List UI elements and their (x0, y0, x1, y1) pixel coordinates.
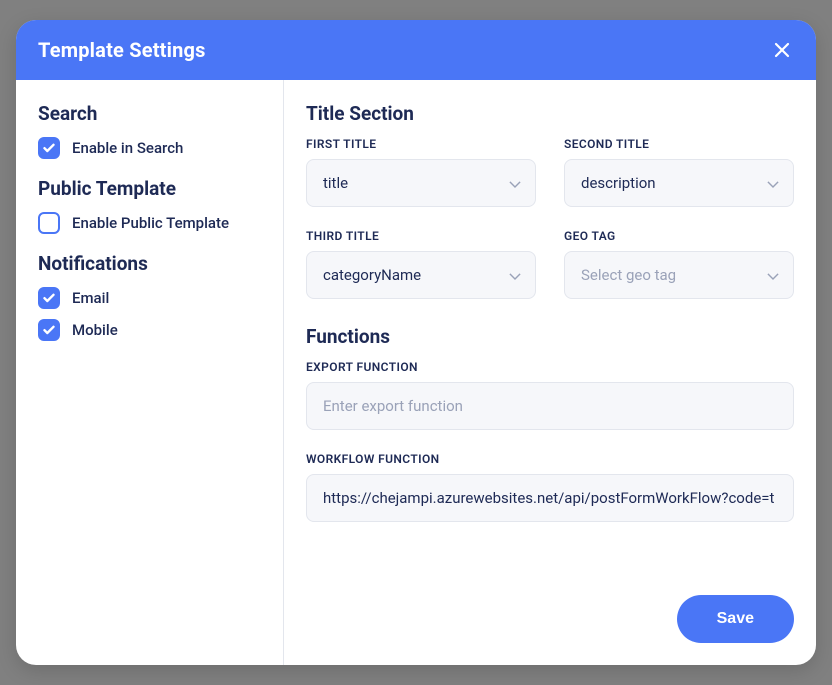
notification-email-label: Email (72, 289, 109, 307)
search-section-title: Search (38, 102, 261, 125)
public-template-section-title: Public Template (38, 177, 261, 200)
notification-mobile-row: Mobile (38, 319, 261, 341)
chevron-down-icon (509, 174, 521, 192)
first-title-label: FIRST TITLE (306, 137, 536, 151)
enable-search-row: Enable in Search (38, 137, 261, 159)
chevron-down-icon (509, 266, 521, 284)
notification-email-checkbox[interactable] (38, 287, 60, 309)
enable-public-template-checkbox[interactable] (38, 212, 60, 234)
check-icon (43, 143, 55, 153)
third-title-label: THIRD TITLE (306, 229, 536, 243)
enable-search-checkbox[interactable] (38, 137, 60, 159)
chevron-down-icon (767, 174, 779, 192)
modal-header: Template Settings (16, 20, 816, 80)
close-icon (773, 41, 791, 59)
modal-body: Search Enable in Search Public Template … (16, 80, 816, 665)
export-function-input[interactable] (306, 382, 794, 430)
notification-mobile-label: Mobile (72, 321, 118, 339)
title-section-heading: Title Section (306, 102, 794, 125)
functions-heading: Functions (306, 325, 794, 348)
first-title-select[interactable]: title (306, 159, 536, 207)
chevron-down-icon (767, 266, 779, 284)
first-title-value: title (323, 174, 348, 192)
workflow-function-input[interactable] (306, 474, 794, 522)
sidebar: Search Enable in Search Public Template … (16, 80, 284, 665)
functions-stack: EXPORT FUNCTION WORKFLOW FUNCTION (306, 360, 794, 522)
export-function-label: EXPORT FUNCTION (306, 360, 794, 374)
modal-footer: Save (306, 575, 794, 643)
modal-title: Template Settings (38, 38, 206, 62)
geo-tag-label: GEO TAG (564, 229, 794, 243)
export-function-group: EXPORT FUNCTION (306, 360, 794, 430)
main-panel: Title Section FIRST TITLE title SECOND T… (284, 80, 816, 665)
third-title-value: categoryName (323, 266, 421, 284)
enable-public-template-label: Enable Public Template (72, 214, 229, 232)
first-title-group: FIRST TITLE title (306, 137, 536, 207)
second-title-value: description (581, 174, 656, 192)
save-button[interactable]: Save (677, 595, 794, 643)
check-icon (43, 293, 55, 303)
second-title-label: SECOND TITLE (564, 137, 794, 151)
geo-tag-group: GEO TAG Select geo tag (564, 229, 794, 299)
workflow-function-label: WORKFLOW FUNCTION (306, 452, 794, 466)
check-icon (43, 325, 55, 335)
workflow-function-group: WORKFLOW FUNCTION (306, 452, 794, 522)
enable-public-template-row: Enable Public Template (38, 212, 261, 234)
notifications-section-title: Notifications (38, 252, 261, 275)
third-title-select[interactable]: categoryName (306, 251, 536, 299)
geo-tag-select[interactable]: Select geo tag (564, 251, 794, 299)
enable-search-label: Enable in Search (72, 139, 183, 157)
third-title-group: THIRD TITLE categoryName (306, 229, 536, 299)
title-section-grid: FIRST TITLE title SECOND TITLE descripti… (306, 137, 794, 299)
template-settings-modal: Template Settings Search Enable in Searc… (16, 20, 816, 665)
notification-mobile-checkbox[interactable] (38, 319, 60, 341)
notification-email-row: Email (38, 287, 261, 309)
second-title-select[interactable]: description (564, 159, 794, 207)
geo-tag-placeholder: Select geo tag (581, 266, 676, 284)
close-button[interactable] (770, 38, 794, 62)
second-title-group: SECOND TITLE description (564, 137, 794, 207)
